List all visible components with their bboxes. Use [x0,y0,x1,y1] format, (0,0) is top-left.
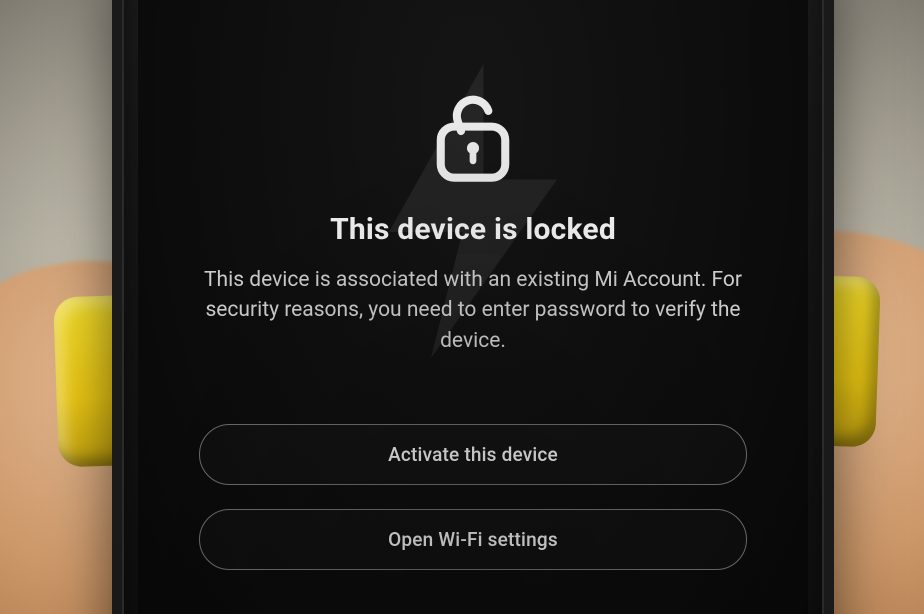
phone-frame: This device is locked This device is ass… [112,0,834,614]
lock-screen: This device is locked This device is ass… [138,0,808,614]
open-wifi-settings-button[interactable]: Open Wi-Fi settings [199,509,746,570]
activate-device-button[interactable]: Activate this device [199,424,746,485]
watermark-bolt-icon [368,61,578,361]
photo-scene: This device is locked This device is ass… [0,0,924,614]
